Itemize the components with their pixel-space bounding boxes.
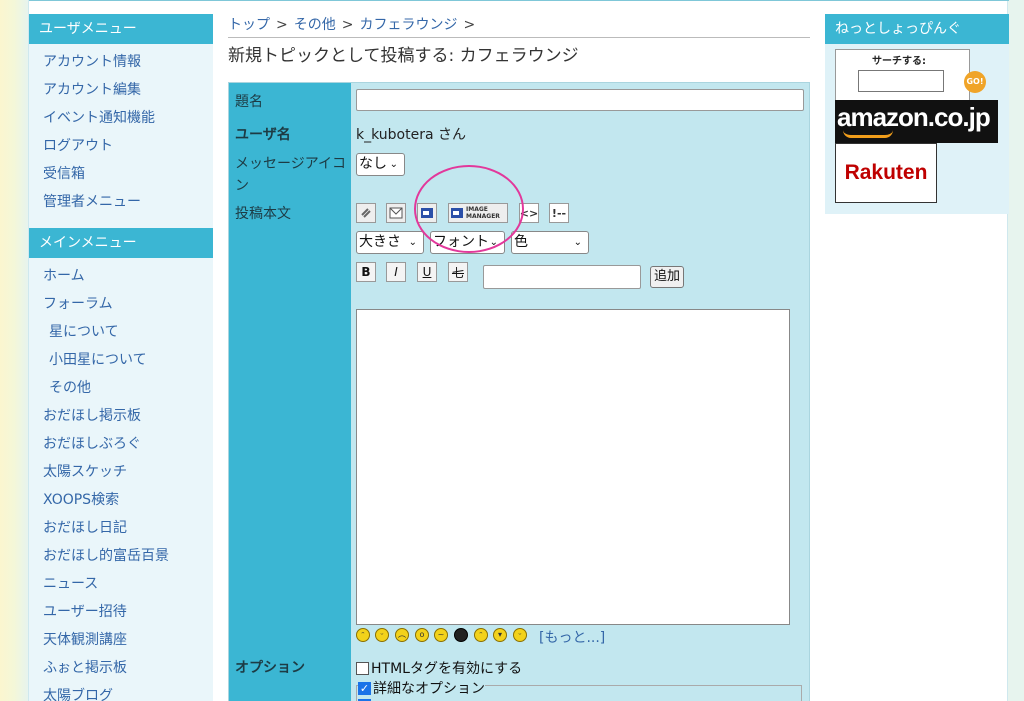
strikethrough-button[interactable]: 七 — [448, 262, 468, 282]
main-content: トップ > その他 > カフェラウンジ > 新規トピックとして投稿する: カフェラウンジ … — [228, 14, 810, 701]
italic-button[interactable]: I — [386, 262, 406, 282]
body-textarea[interactable] — [356, 309, 790, 625]
main-menu-list: ホーム フォーラム 星について 小田星について その他 おだほし掲示板 おだほし… — [29, 258, 213, 701]
add-button[interactable]: 追加 — [650, 266, 685, 288]
left-sidebar: ユーザメニュー アカウント情報 アカウント編集 イベント通知機能 ログアウト 受… — [29, 14, 213, 701]
amazon-smile-icon — [843, 130, 893, 138]
body-label: 投稿本文 — [235, 206, 291, 222]
main-menu-item-xoops-search[interactable]: XOOPS検索 — [29, 486, 213, 514]
user-menu-item-notifications[interactable]: イベント通知機能 — [29, 104, 213, 132]
size-select-value: 大きさ — [359, 234, 401, 250]
user-menu-item-account-info[interactable]: アカウント情報 — [29, 48, 213, 76]
message-icon-select-value: なし — [359, 156, 387, 172]
color-select[interactable]: 色 ⌄ — [511, 231, 589, 254]
link-icon[interactable] — [356, 203, 376, 223]
breadcrumb-separator: > — [341, 17, 354, 33]
search-input[interactable] — [858, 70, 944, 92]
option-html-checkbox[interactable] — [356, 661, 369, 675]
main-menu-title: メインメニュー — [29, 228, 213, 258]
smiley-tongue-icon[interactable]: ᵕ — [513, 628, 527, 642]
annotation-circle — [414, 165, 524, 253]
top-border — [29, 0, 1009, 1]
breadcrumb-separator: > — [276, 17, 288, 33]
smiley-devil-icon[interactable]: ▾ — [493, 628, 507, 642]
rakuten-logo[interactable]: Rakuten — [835, 143, 937, 203]
smiley-confused-icon[interactable]: ~ — [434, 628, 448, 642]
chevron-down-icon: ⌄ — [573, 237, 582, 248]
subject-input[interactable] — [356, 89, 804, 111]
option-html-label: HTMLタグを有効にする — [371, 661, 523, 677]
amazon-logo-text: amazon.co.jp — [837, 102, 991, 132]
option-detail-checkbox[interactable]: ✓ — [358, 681, 371, 695]
options-label: オプション — [235, 660, 305, 676]
smiley-laugh-icon[interactable]: ᵔ — [474, 628, 488, 642]
main-menu-item-bbs[interactable]: おだほし掲示板 — [29, 402, 213, 430]
user-menu-block: ユーザメニュー アカウント情報 アカウント編集 イベント通知機能 ログアウト 受… — [29, 14, 213, 228]
smiley-surprised-icon[interactable]: o — [415, 628, 429, 642]
subject-label: 題名 — [235, 94, 263, 110]
color-select-value: 色 — [514, 234, 528, 250]
page-title: 新規トピックとして投稿する: カフェラウンジ — [228, 46, 579, 66]
breadcrumb-separator: > — [463, 17, 476, 33]
user-menu-item-account-edit[interactable]: アカウント編集 — [29, 76, 213, 104]
underline-button[interactable]: U — [417, 262, 437, 282]
message-icon-label: メッセージアイコン — [235, 156, 347, 194]
username-value: k_kubotera さん — [356, 127, 466, 143]
main-menu-item-sun-sketch[interactable]: 太陽スケッチ — [29, 458, 213, 486]
text-insert-input[interactable] — [483, 265, 641, 289]
username-label: ユーザ名 — [235, 127, 291, 143]
page-container: ユーザメニュー アカウント情報 アカウント編集 イベント通知機能 ログアウト 受… — [28, 0, 1009, 701]
search-label: サーチする: — [872, 56, 926, 67]
user-menu-list: アカウント情報 アカウント編集 イベント通知機能 ログアウト 受信箱 管理者メニ… — [29, 44, 213, 228]
message-icon-select[interactable]: なし ⌄ — [356, 153, 405, 176]
option-detail-label: 詳細なオプション — [373, 681, 485, 697]
shopping-title: ねっとしょっぴんぐ — [825, 14, 1009, 44]
go-button[interactable]: GO! — [964, 71, 986, 93]
email-icon[interactable] — [386, 203, 406, 223]
amazon-logo[interactable]: amazon.co.jp — [835, 100, 998, 143]
user-menu-item-logout[interactable]: ログアウト — [29, 132, 213, 160]
main-menu-subitem-stars[interactable]: 星について — [29, 318, 213, 346]
shopping-body: サーチする: GO! amazon.co.jp Rakuten — [825, 44, 1009, 214]
quote-button[interactable]: !-- — [549, 203, 569, 223]
user-menu-title: ユーザメニュー — [29, 14, 213, 44]
right-sidebar: ねっとしょっぴんぐ サーチする: GO! amazon.co.jp Rakute… — [825, 14, 1009, 214]
main-menu-item-forum[interactable]: フォーラム — [29, 290, 213, 318]
main-menu-item-invite[interactable]: ユーザー招待 — [29, 598, 213, 626]
main-menu-item-home[interactable]: ホーム — [29, 262, 213, 290]
chevron-down-icon: ⌄ — [389, 159, 398, 170]
smiley-cool-icon[interactable] — [454, 628, 468, 642]
bold-button[interactable]: B — [356, 262, 376, 282]
size-select[interactable]: 大きさ ⌄ — [356, 231, 424, 254]
main-menu-item-news[interactable]: ニュース — [29, 570, 213, 598]
post-form: 題名 ユーザ名 k_kubotera さん メッセージアイコン なし ⌄ 投稿本文 — [228, 82, 810, 701]
main-menu-subitem-other[interactable]: その他 — [29, 374, 213, 402]
main-menu-item-blog[interactable]: おだほしぶろぐ — [29, 430, 213, 458]
chevron-down-icon: ⌄ — [408, 237, 417, 248]
more-smileys-link[interactable]: [もっと...] — [539, 627, 605, 647]
user-menu-item-inbox[interactable]: 受信箱 — [29, 160, 213, 188]
breadcrumb-other[interactable]: その他 — [294, 17, 336, 33]
main-menu-item-observation[interactable]: 天体観測講座 — [29, 626, 213, 654]
option-html-row: HTMLタグを有効にする — [356, 658, 522, 678]
main-menu-block: メインメニュー ホーム フォーラム 星について 小田星について その他 おだほし… — [29, 228, 213, 701]
main-menu-item-diary[interactable]: おだほし日記 — [29, 514, 213, 542]
main-menu-subitem-odahoshi[interactable]: 小田星について — [29, 346, 213, 374]
smiley-smile-icon[interactable]: ᵕ — [375, 628, 389, 642]
breadcrumb: トップ > その他 > カフェラウンジ > — [228, 14, 810, 38]
user-menu-item-admin[interactable]: 管理者メニュー — [29, 188, 213, 216]
smiley-sad-icon[interactable]: ︵ — [395, 628, 409, 642]
breadcrumb-top[interactable]: トップ — [228, 17, 270, 33]
main-menu-item-sun-blog[interactable]: 太陽ブログ — [29, 682, 213, 701]
option-detail-row: ✓ 詳細なオプション — [358, 678, 485, 698]
breadcrumb-cafe[interactable]: カフェラウンジ — [359, 17, 457, 33]
main-menu-item-fuji[interactable]: おだほし的富岳百景 — [29, 542, 213, 570]
amazon-search-widget: サーチする: GO! — [835, 49, 986, 101]
main-menu-item-photo-bbs[interactable]: ふぉと掲示板 — [29, 654, 213, 682]
smiley-grin-icon[interactable]: ᵔ — [356, 628, 370, 642]
